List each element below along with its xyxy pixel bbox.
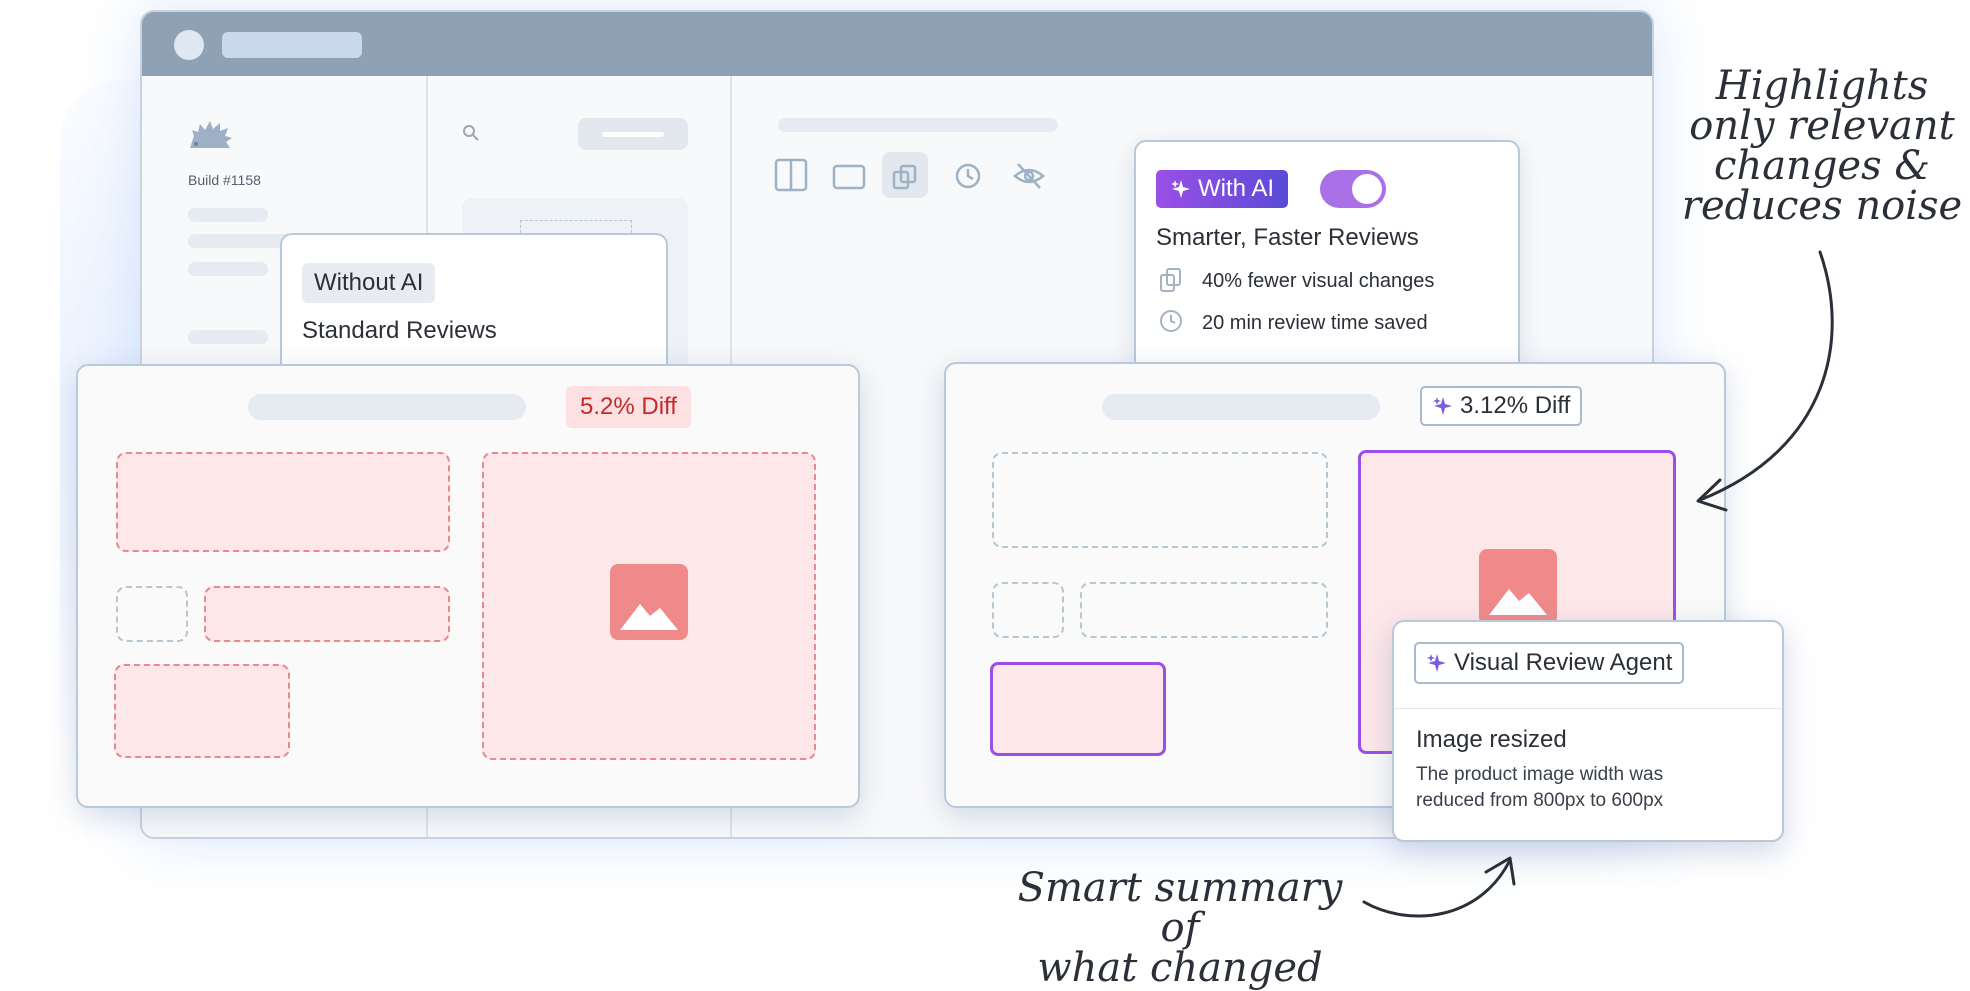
unchanged-region[interactable] — [116, 586, 188, 642]
ai-diff-badge: 3.12% Diff — [1420, 386, 1583, 426]
snapshot-name-placeholder — [778, 118, 1058, 132]
sidebar-item[interactable] — [188, 208, 268, 222]
split-view-icon[interactable] — [774, 158, 808, 197]
diff-badge: 5.2% Diff — [566, 386, 691, 428]
clock-icon — [1158, 308, 1184, 339]
card-divider — [1394, 708, 1782, 709]
filter-button[interactable] — [578, 118, 688, 150]
annotation-line: Smart summary of — [1017, 865, 1343, 951]
highlighted-change-region[interactable] — [990, 662, 1166, 756]
hedgehog-logo-icon — [186, 118, 236, 158]
window-title-placeholder — [222, 32, 362, 58]
toggle-knob — [1352, 174, 1382, 204]
ai-diff-value: 3.12% Diff — [1460, 392, 1571, 419]
visual-review-agent-card: Visual Review Agent Image resized The pr… — [1392, 620, 1784, 842]
history-icon[interactable] — [952, 160, 984, 197]
stat-time-saved: 20 min review time saved — [1202, 312, 1428, 334]
unchanged-region[interactable] — [992, 582, 1064, 638]
sparkle-icon — [1427, 654, 1446, 672]
with-ai-card: With AI Smarter, Faster Reviews 40% fewe… — [1134, 140, 1520, 366]
arrow-to-agent-card-icon — [1362, 856, 1516, 918]
diff-region[interactable] — [114, 664, 290, 758]
panel-title-placeholder — [1102, 394, 1380, 420]
with-ai-title: Smarter, Faster Reviews — [1156, 224, 1419, 251]
with-ai-badge-label: With AI — [1198, 175, 1275, 202]
image-icon — [1479, 549, 1557, 625]
annotation-line: changes & — [1714, 143, 1930, 189]
build-label: Build #1158 — [188, 172, 261, 188]
without-ai-card: Without AI Standard Reviews — [280, 233, 668, 375]
ai-toggle[interactable] — [1320, 170, 1386, 208]
sidebar-item[interactable] — [188, 262, 268, 276]
without-ai-badge: Without AI — [302, 263, 436, 303]
stack-icon — [1158, 266, 1184, 299]
change-description-line-1: The product image width was — [1416, 764, 1664, 785]
without-ai-title: Standard Reviews — [302, 317, 497, 344]
change-title: Image resized — [1416, 726, 1567, 753]
with-ai-badge: With AI — [1156, 170, 1289, 208]
annotation-summary: Smart summary of what changed — [1000, 868, 1360, 988]
diff-region[interactable] — [204, 586, 450, 642]
window-control[interactable] — [174, 30, 204, 60]
without-ai-diff-panel: 5.2% Diff — [76, 364, 860, 808]
image-icon — [610, 564, 688, 640]
stat-fewer-changes: 40% fewer visual changes — [1202, 270, 1435, 292]
eye-hidden-icon[interactable] — [1012, 160, 1046, 197]
title-bar — [142, 12, 1652, 76]
sparkle-icon — [1433, 397, 1452, 415]
agent-badge-label: Visual Review Agent — [1454, 649, 1673, 676]
unchanged-region[interactable] — [1080, 582, 1328, 638]
annotation-line: what changed — [1037, 945, 1323, 991]
single-view-icon[interactable] — [832, 164, 866, 195]
panel-title-placeholder — [248, 394, 526, 420]
annotation-line: only relevant — [1689, 103, 1955, 149]
annotation-line: Highlights — [1715, 63, 1929, 109]
annotation-line: reduces noise — [1681, 183, 1963, 229]
annotation-highlights: Highlights only relevant changes & reduc… — [1672, 66, 1970, 226]
diff-region[interactable] — [116, 452, 450, 552]
overlay-icon — [892, 164, 917, 190]
sidebar-item[interactable] — [188, 330, 268, 344]
sparkle-icon — [1171, 180, 1190, 198]
arrow-to-highlight-icon — [1696, 250, 1834, 512]
diff-region-image[interactable] — [482, 452, 816, 760]
agent-badge: Visual Review Agent — [1414, 642, 1685, 684]
overlay-view-button[interactable] — [882, 152, 928, 198]
unchanged-region[interactable] — [992, 452, 1328, 548]
change-description-line-2: reduced from 800px to 600px — [1416, 790, 1664, 811]
search-icon[interactable] — [462, 124, 480, 147]
